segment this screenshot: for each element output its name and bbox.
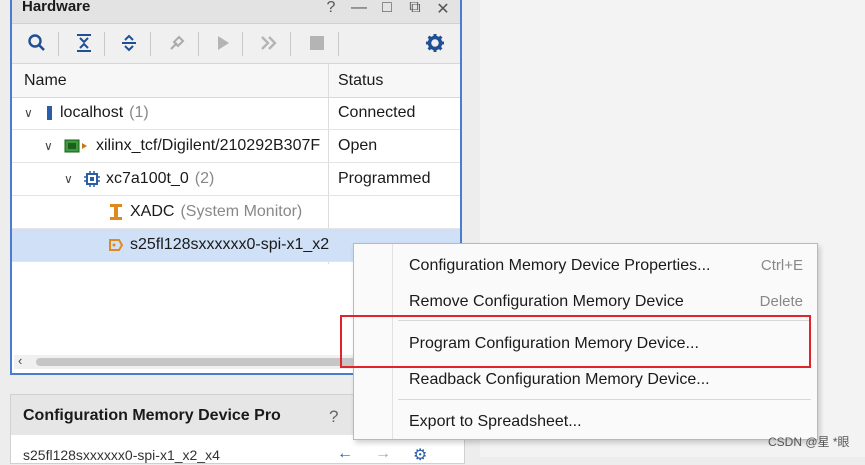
annotation-highlight-box <box>340 315 811 368</box>
status-device: Programmed <box>338 170 431 187</box>
chip-icon <box>84 171 100 187</box>
chevron-down-icon[interactable]: ∨ <box>64 172 78 186</box>
tree-header: Name Status <box>12 64 460 98</box>
column-status-header[interactable]: Status <box>338 72 383 90</box>
chevron-down-icon[interactable]: ∨ <box>24 106 38 120</box>
column-name-header[interactable]: Name <box>24 72 67 90</box>
menu-item-export[interactable]: Export to Spreadsheet... <box>354 404 817 438</box>
forward-arrow-icon[interactable]: → <box>375 445 391 465</box>
close-button[interactable]: ✕ <box>434 0 452 19</box>
tree-row-xadc[interactable]: XADC (System Monitor) <box>12 196 460 229</box>
watermark: CSDN @星 *眼 <box>768 435 850 449</box>
stop-icon[interactable] <box>304 30 330 56</box>
config-panel-title: Configuration Memory Device Pro <box>23 407 281 424</box>
help-button[interactable]: ? <box>322 0 340 19</box>
maximize-button[interactable]: □ <box>378 0 396 19</box>
back-arrow-icon[interactable]: ← <box>337 445 353 465</box>
minimize-button[interactable]: — <box>350 0 368 19</box>
gear-icon[interactable] <box>422 30 448 56</box>
skip-icon[interactable] <box>256 30 282 56</box>
scroll-left-icon[interactable]: ‹ <box>18 353 22 368</box>
hardware-title: Hardware <box>22 0 91 15</box>
status-localhost: Connected <box>338 104 416 121</box>
hardware-title-bar: Hardware ? — □ ⧉ ✕ <box>12 0 460 24</box>
hardware-toolbar <box>12 24 460 64</box>
chevron-down-icon[interactable]: ∨ <box>44 139 58 153</box>
xadc-icon <box>110 204 122 220</box>
tree-row-target[interactable]: ∨ xilinx_tcf/Digilent/210292B307F Open <box>12 130 460 163</box>
tree-label-flash: s25fl128sxxxxxx0-spi-x1_x2 <box>130 236 330 253</box>
float-button[interactable]: ⧉ <box>406 0 424 19</box>
expand-all-icon[interactable] <box>116 30 142 56</box>
search-icon[interactable] <box>24 30 50 56</box>
memory-device-icon <box>109 239 124 251</box>
tree-row-device[interactable]: ∨ xc7a100t_0 (2) Programmed <box>12 163 460 196</box>
collapse-all-icon[interactable] <box>71 30 97 56</box>
help-button[interactable]: ? <box>329 407 338 427</box>
menu-item-properties[interactable]: Configuration Memory Device Properties..… <box>354 248 817 282</box>
server-icon <box>47 106 52 120</box>
tree-label-localhost: localhost <box>60 104 124 121</box>
menu-item-remove[interactable]: Remove Configuration Memory Device Delet… <box>354 284 817 318</box>
auto-connect-icon[interactable] <box>164 30 190 56</box>
board-icon <box>64 139 87 153</box>
tree-label-target: xilinx_tcf/Digilent/210292B307F <box>96 137 321 154</box>
gear-icon[interactable]: ⚙ <box>413 445 427 465</box>
tree-label-device: xc7a100t_0 <box>106 170 189 187</box>
run-icon[interactable] <box>210 30 236 56</box>
tree-row-localhost[interactable]: ∨ localhost (1) Connected <box>12 97 460 130</box>
config-panel-device-label: s25fl128sxxxxxx0-spi-x1_x2_x4 <box>23 447 220 463</box>
tree-label-xadc: XADC <box>130 203 175 220</box>
status-target: Open <box>338 137 378 154</box>
